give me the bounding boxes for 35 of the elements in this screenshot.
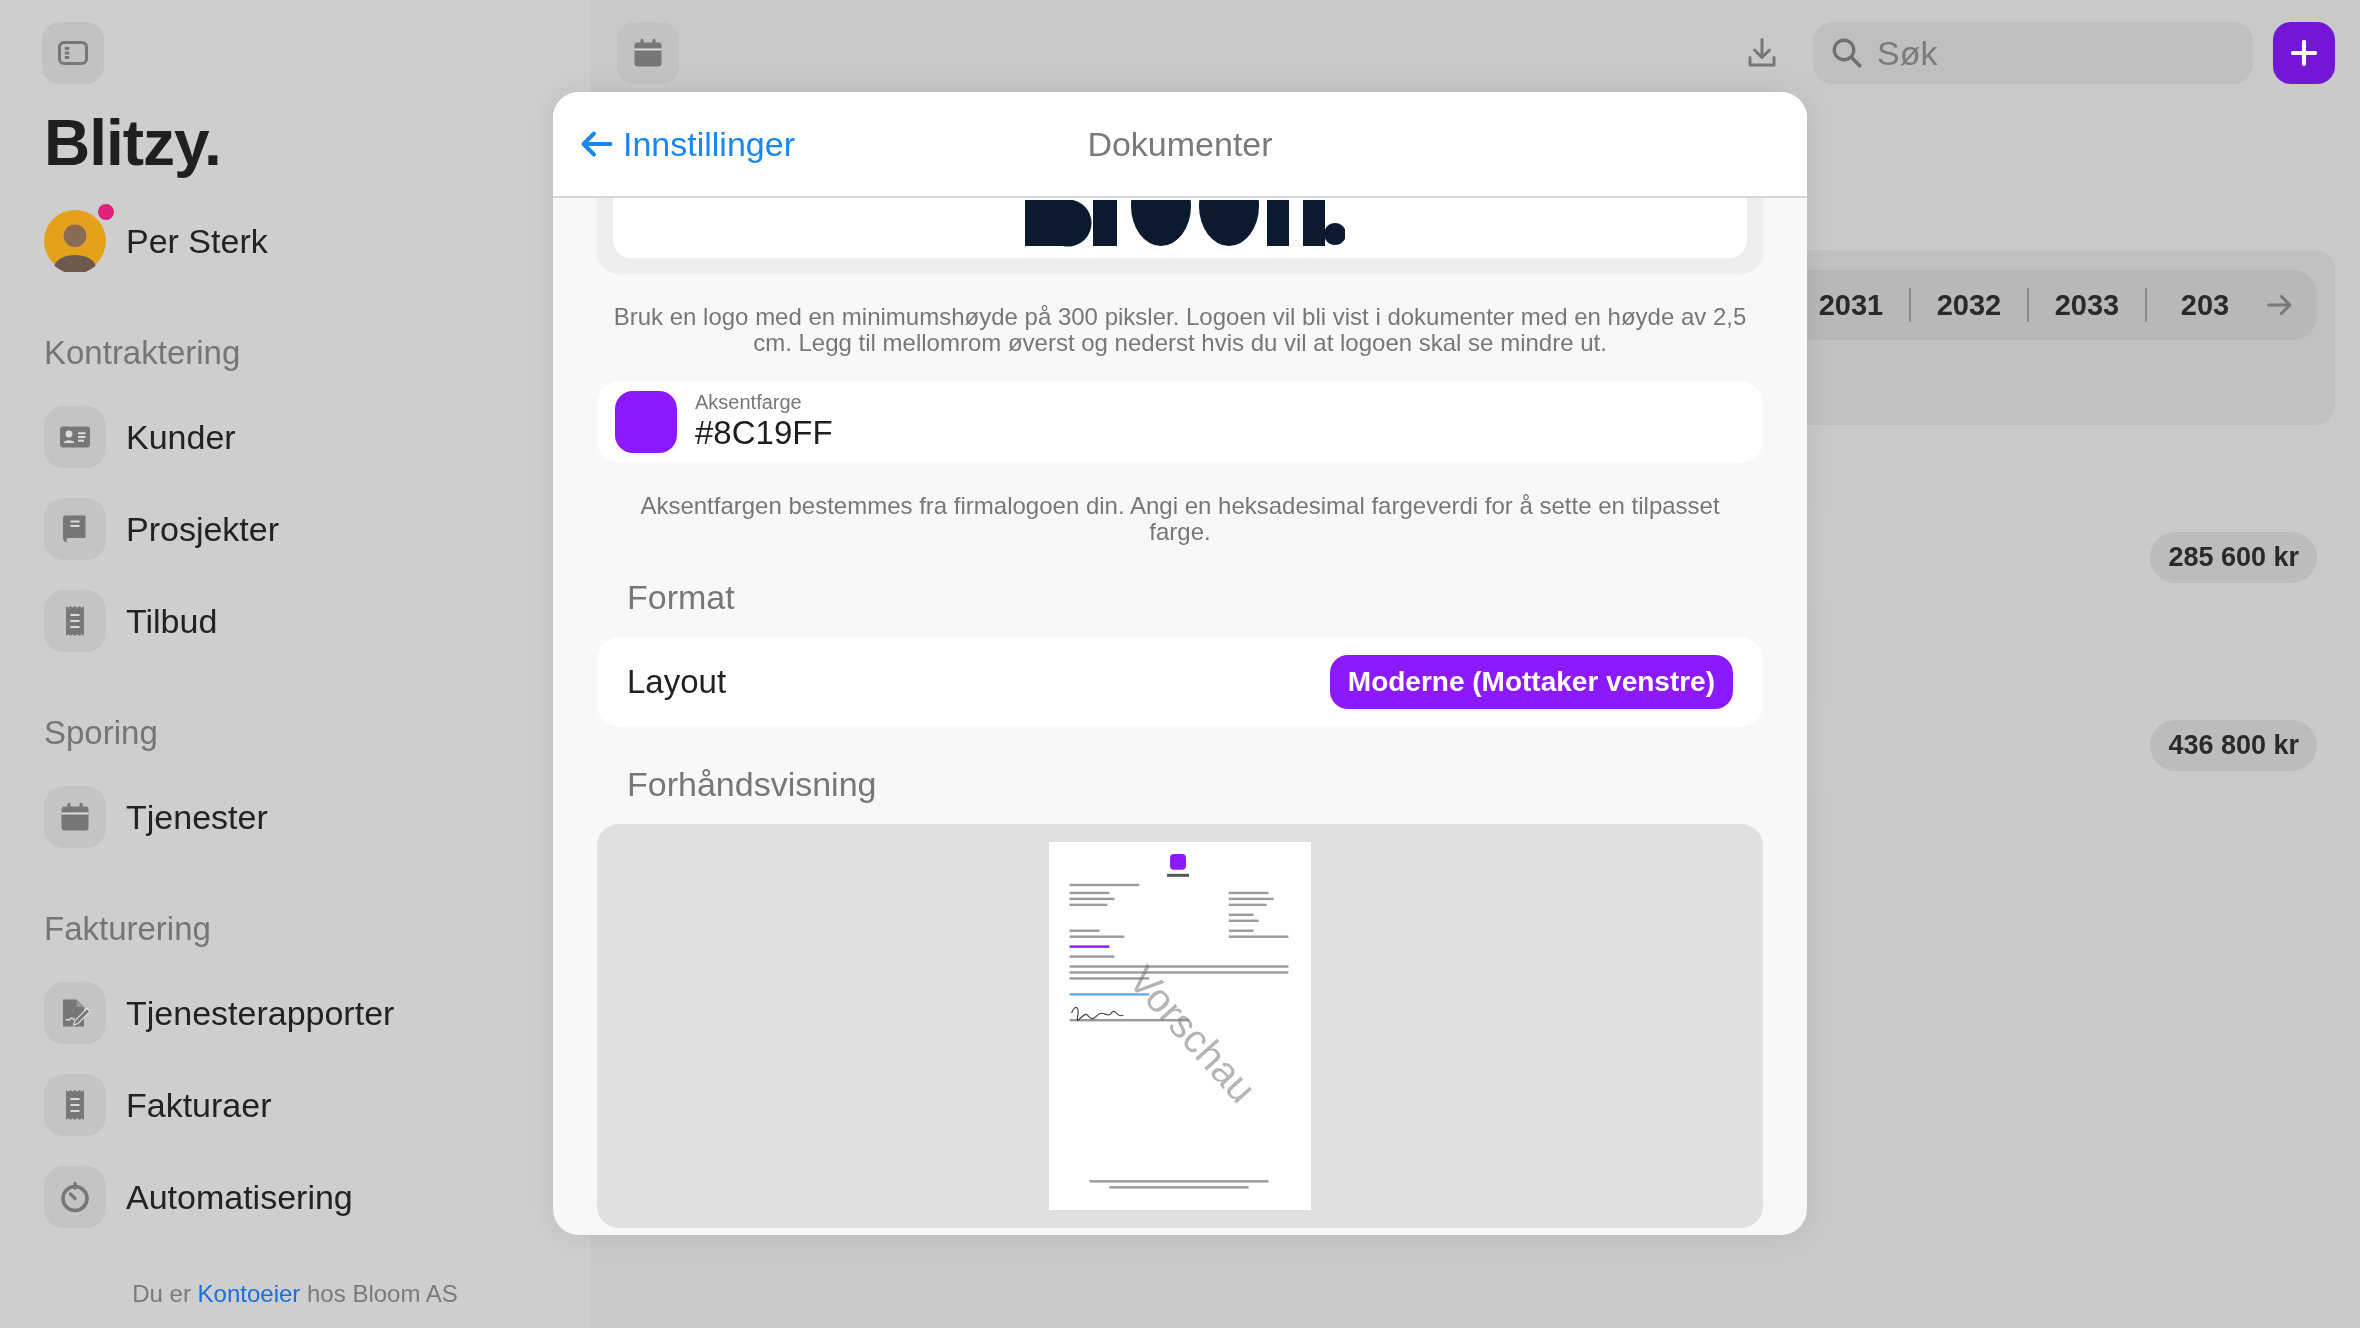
dialog-title: Dokumenter — [1086, 124, 1274, 164]
section-heading: Sporing — [44, 714, 159, 753]
sidebar-toggle-button[interactable] — [42, 22, 104, 84]
avatar — [44, 210, 106, 273]
field-value: #8C19FF — [695, 414, 833, 453]
field-label: Aksentfarge — [695, 391, 803, 415]
year-tab[interactable]: 2033 — [2037, 288, 2137, 322]
layout-label: Layout — [627, 662, 727, 701]
help-text: Bruk en logo med en minimumshøyde på 300 piksler. Logoen vil bli vist i dokumenter med en høyde av 2,5 cm. Legg til mellomrom øverst og nederst hvis du vil at logoen skal se mindre ut. — [612, 304, 1748, 357]
sidebar-item[interactable]: Automatisering — [44, 1166, 590, 1229]
sidebar-item[interactable]: Tilbud — [44, 590, 590, 653]
back-link[interactable]: Innstillinger — [579, 124, 795, 164]
amount-badge: 436 800 kr — [2150, 719, 2317, 771]
layout-select-button[interactable]: Moderne (Mottaker venstre) — [1329, 654, 1733, 709]
user-name[interactable]: Per Sterk — [126, 221, 268, 261]
app-logo: Blitzy. — [44, 108, 222, 179]
sidebar-item[interactable]: Fakturaer — [44, 1074, 590, 1137]
section-heading: Forhåndsvisning — [626, 764, 878, 804]
add-button[interactable] — [2273, 22, 2335, 84]
year-tab[interactable]: 2032 — [1919, 288, 2019, 322]
account-role-text: Du er Kontoeier hos Bloom AS — [131, 1280, 459, 1308]
sidebar-item[interactable]: Prosjekter — [44, 498, 590, 561]
sidebar-item[interactable]: Tjenesterapporter — [44, 982, 590, 1045]
calendar-button[interactable] — [617, 22, 679, 84]
sidebar-item[interactable]: Tjenester — [44, 786, 590, 849]
accent-color-field[interactable]: Aksentfarge #8C19FF — [597, 380, 1763, 463]
section-heading: Format — [626, 577, 736, 617]
amount-badge: 285 600 kr — [2150, 531, 2317, 583]
year-tab[interactable]: 203 — [2155, 288, 2255, 322]
section-heading: Fakturering — [44, 910, 212, 949]
sidebar-item[interactable]: Kunder — [44, 406, 590, 469]
help-text: Aksentfargen bestemmes fra firmalogoen din. Angi en heksadesimal fargeverdi for å sette en tilpasset farge. — [639, 492, 1721, 546]
search-field[interactable]: Søk — [1813, 22, 2253, 84]
color-swatch[interactable] — [615, 390, 677, 453]
section-heading: Kontraktering — [44, 334, 242, 373]
